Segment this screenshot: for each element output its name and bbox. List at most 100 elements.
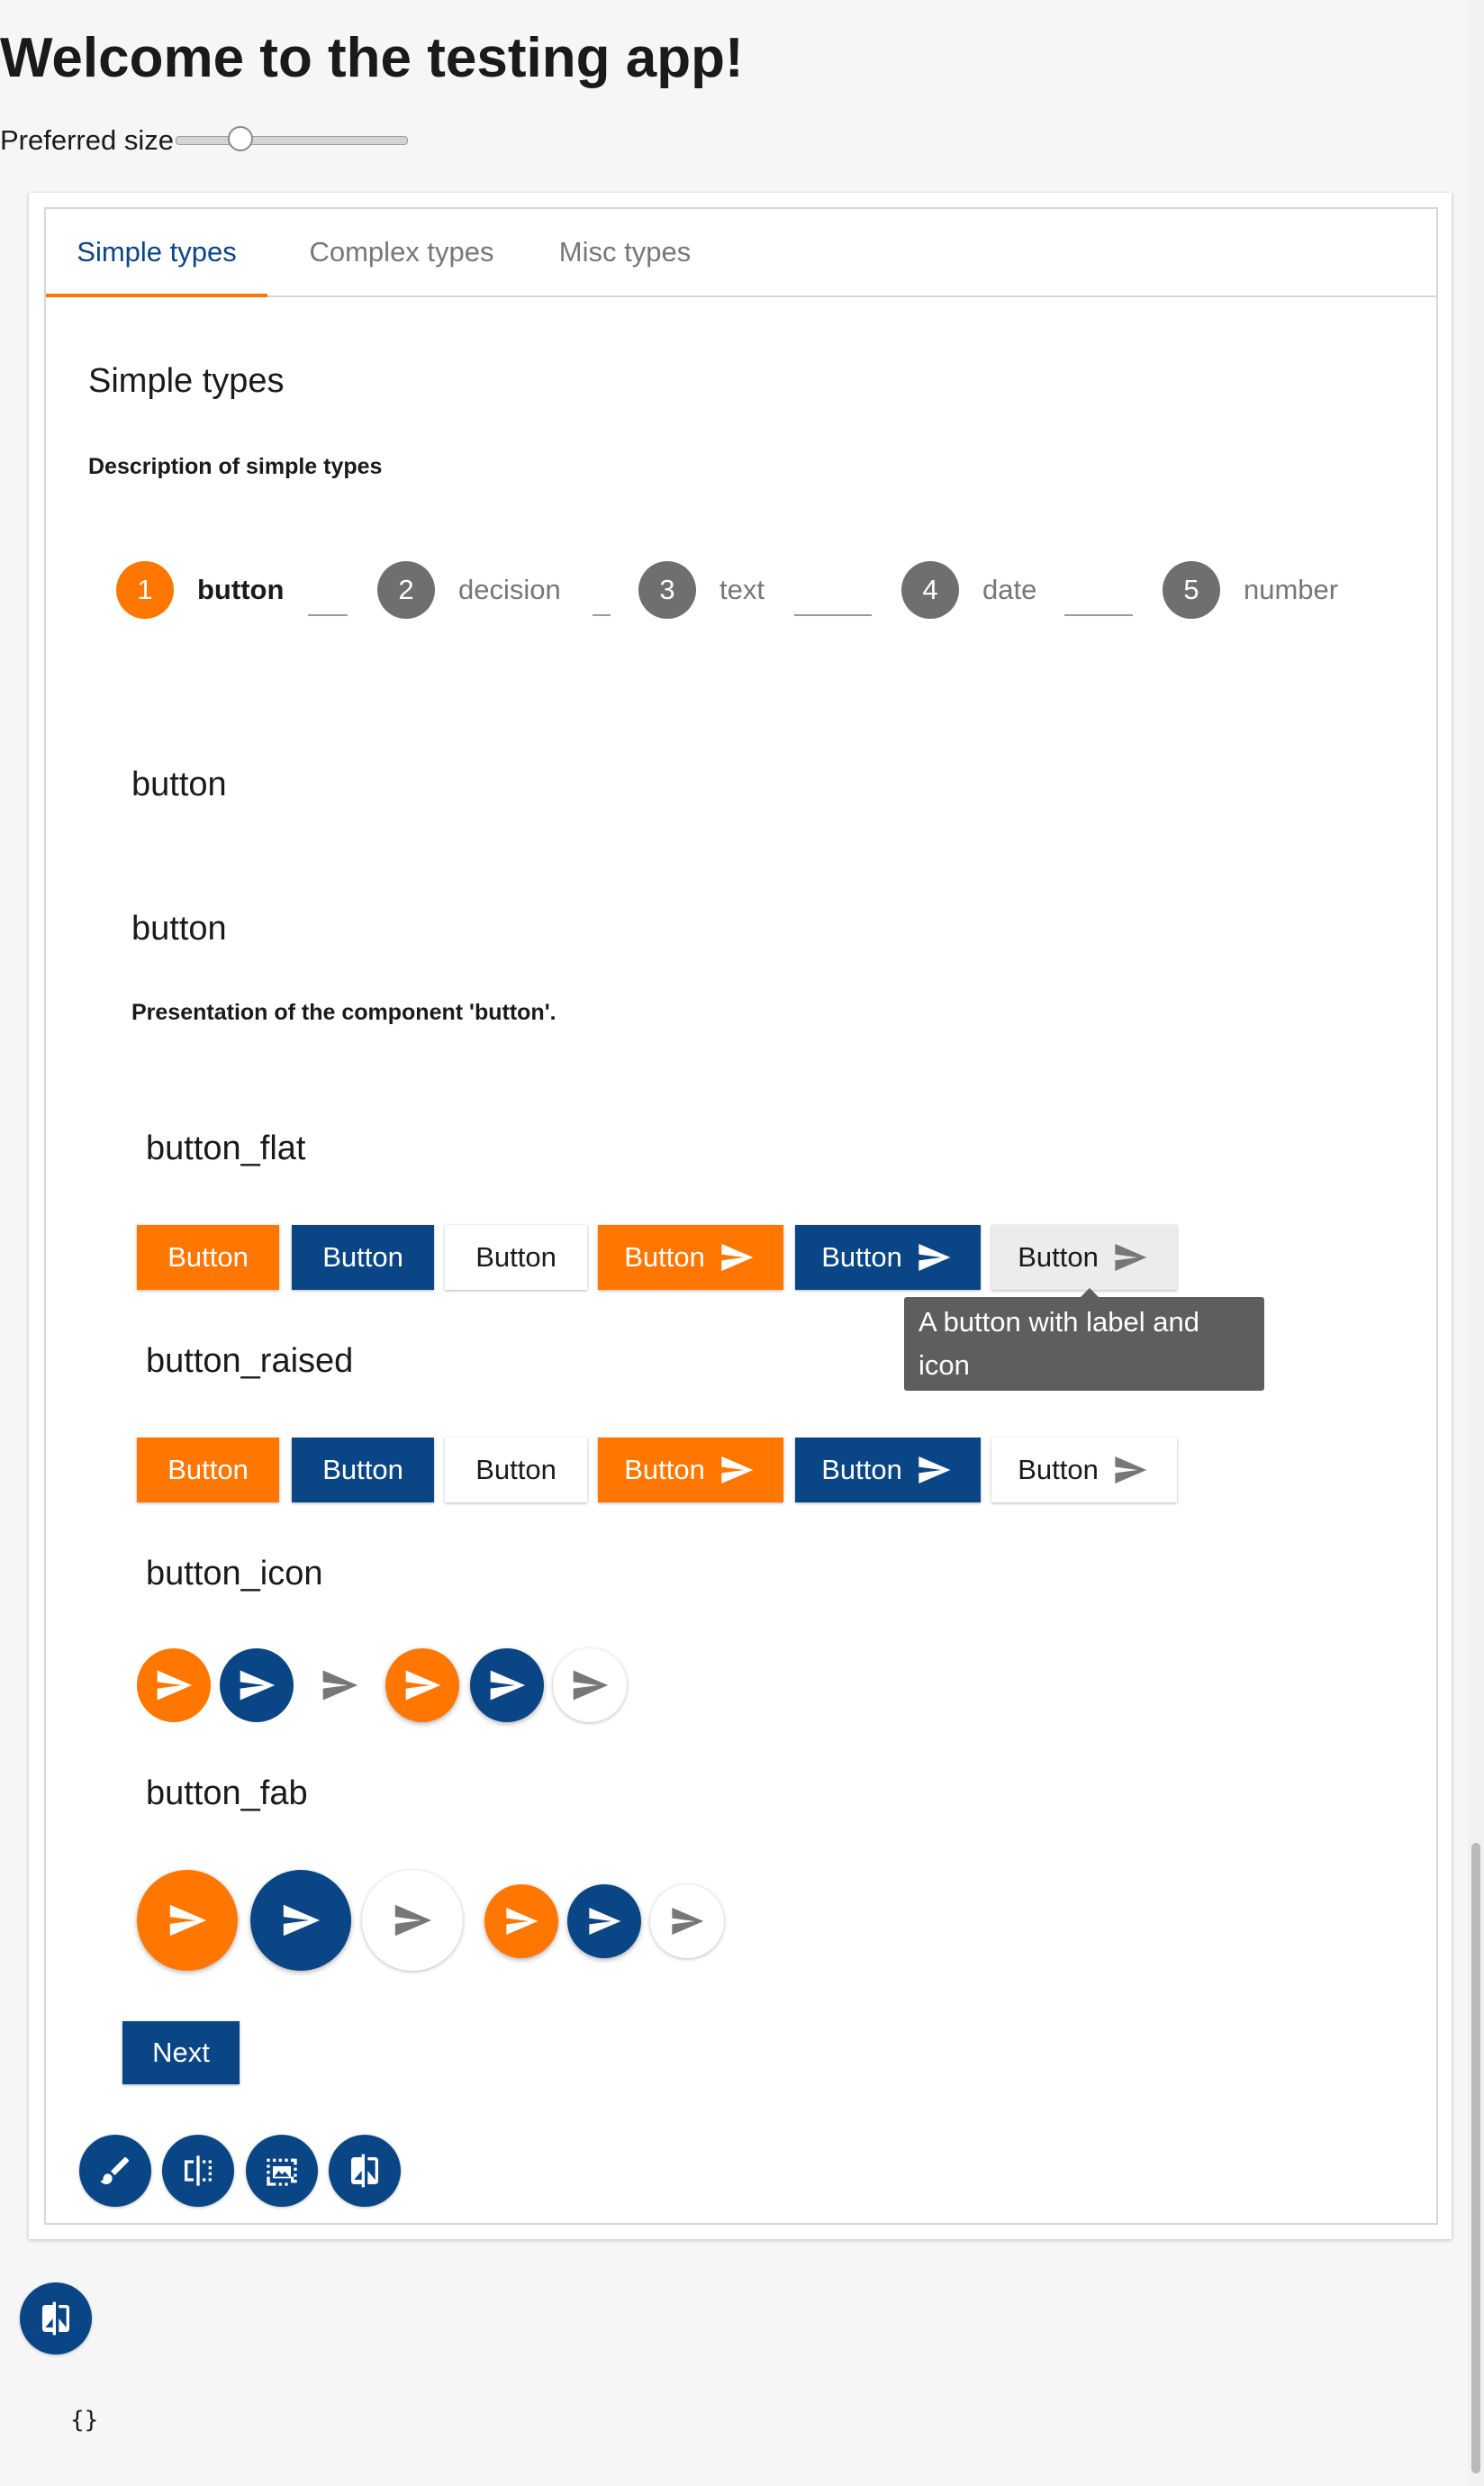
button-label: Button: [624, 1454, 705, 1485]
send-icon: [672, 1908, 704, 1935]
page-title: Welcome to the testing app!: [0, 27, 744, 89]
send-icon: [405, 1670, 441, 1701]
send-icon: [157, 1670, 193, 1701]
fab-white[interactable]: [362, 1870, 463, 1971]
icon-button-plain[interactable]: [303, 1648, 376, 1722]
json-output: {}: [70, 2407, 99, 2434]
icon-button-blue[interactable]: [220, 1648, 294, 1722]
compare-icon: [351, 2154, 378, 2188]
button-label: Button: [475, 1454, 556, 1485]
button-label: Button: [322, 1241, 403, 1273]
mini-fab-white[interactable]: [650, 1884, 724, 1958]
step-label: date: [982, 574, 1037, 605]
flat-button-white-icon[interactable]: Button: [991, 1225, 1177, 1290]
image-frame-icon: [267, 2158, 297, 2186]
section-title: Simple types: [88, 362, 285, 400]
send-icon: [283, 1904, 321, 1937]
send-icon: [1115, 1456, 1147, 1483]
step-number: 1: [116, 561, 174, 619]
next-button-label: Next: [152, 2037, 210, 2068]
theme-brush-button[interactable]: [79, 2135, 151, 2207]
button-label: Button: [821, 1454, 902, 1485]
image-frame-button[interactable]: [246, 2135, 318, 2207]
next-button[interactable]: Next: [122, 2021, 240, 2084]
raised-button-blue-icon[interactable]: Button: [795, 1438, 981, 1502]
fab-orange[interactable]: [137, 1870, 238, 1971]
tab-bar: Simple types Complex types Misc types: [46, 209, 1436, 297]
raised-button-white-icon[interactable]: Button: [991, 1438, 1177, 1502]
icon-button-orange[interactable]: [137, 1648, 211, 1722]
raised-button-orange[interactable]: Button: [137, 1438, 279, 1502]
send-icon: [573, 1670, 609, 1701]
step-button[interactable]: 1 button: [116, 558, 284, 622]
raised-button-orange-icon[interactable]: Button: [598, 1438, 783, 1502]
button-label: Button: [1018, 1454, 1099, 1485]
button-label: Button: [821, 1241, 902, 1273]
send-icon: [322, 1670, 358, 1701]
flat-button-blue-icon[interactable]: Button: [795, 1225, 981, 1290]
send-icon: [721, 1456, 754, 1483]
step-number: 3: [638, 561, 696, 619]
scrollbar-thumb[interactable]: [1471, 1843, 1480, 2473]
tab-simple-types[interactable]: Simple types: [46, 209, 267, 297]
tab-complex-types[interactable]: Complex types: [286, 209, 517, 295]
group-title-raised: button_raised: [146, 1342, 354, 1380]
floating-compare-button[interactable]: [20, 2282, 92, 2354]
group-title-fab: button_fab: [146, 1774, 308, 1812]
split-view-button[interactable]: [162, 2135, 234, 2207]
step-text[interactable]: 3 text: [638, 558, 765, 622]
preferred-size-slider[interactable]: [175, 122, 408, 159]
mini-fab-orange[interactable]: [484, 1884, 558, 1958]
icon-button-white-raised[interactable]: [553, 1648, 627, 1722]
step-number: 2: [377, 561, 435, 619]
send-icon: [169, 1904, 207, 1937]
tab-misc-types[interactable]: Misc types: [537, 209, 713, 295]
compare-button[interactable]: [329, 2135, 401, 2207]
send-icon: [721, 1244, 754, 1271]
flat-button-blue[interactable]: Button: [292, 1225, 434, 1290]
preferred-size-row: Preferred size: [0, 122, 408, 159]
send-icon: [1115, 1244, 1147, 1271]
send-icon: [918, 1456, 951, 1483]
step-label: number: [1244, 574, 1339, 605]
component-name: button: [131, 910, 227, 948]
component-presentation: Presentation of the component 'button'.: [131, 1000, 556, 1025]
step-date[interactable]: 4 date: [901, 558, 1036, 622]
icon-button-orange-raised[interactable]: [385, 1648, 459, 1722]
raised-button-white[interactable]: Button: [445, 1438, 587, 1502]
raised-button-blue[interactable]: Button: [292, 1438, 434, 1502]
send-icon: [589, 1908, 621, 1935]
mini-fab-blue[interactable]: [567, 1884, 641, 1958]
flat-button-orange[interactable]: Button: [137, 1225, 279, 1290]
flat-button-white[interactable]: Button: [445, 1225, 587, 1290]
slider-thumb[interactable]: [228, 126, 254, 151]
send-icon: [918, 1244, 951, 1271]
section-description: Description of simple types: [88, 454, 383, 479]
send-icon: [394, 1904, 432, 1937]
step-label: decision: [458, 574, 561, 605]
fab-blue[interactable]: [250, 1870, 351, 1971]
step-content-title: button: [131, 766, 227, 803]
step-label: text: [719, 574, 765, 605]
step-decision[interactable]: 2 decision: [377, 558, 561, 622]
step-connector: [308, 614, 348, 616]
icon-button-blue-raised[interactable]: [470, 1648, 544, 1722]
send-icon: [506, 1908, 538, 1935]
group-title-icon: button_icon: [146, 1555, 323, 1592]
page-scrollbar[interactable]: [1468, 0, 1484, 2486]
step-connector: [794, 614, 872, 616]
flat-button-orange-icon[interactable]: Button: [598, 1225, 783, 1290]
button-label: Button: [322, 1454, 403, 1485]
slider-track[interactable]: [175, 136, 408, 145]
send-icon: [240, 1670, 276, 1701]
step-number: 4: [901, 561, 959, 619]
button-label: Button: [167, 1241, 249, 1273]
compare-icon: [42, 2301, 69, 2336]
step-label: button: [197, 574, 285, 605]
send-icon: [490, 1670, 526, 1701]
button-label: Button: [167, 1454, 249, 1485]
step-number-step[interactable]: 5 number: [1163, 558, 1338, 622]
button-label: Button: [1018, 1241, 1099, 1273]
step-connector: [593, 614, 611, 616]
button-label: Button: [475, 1241, 556, 1273]
